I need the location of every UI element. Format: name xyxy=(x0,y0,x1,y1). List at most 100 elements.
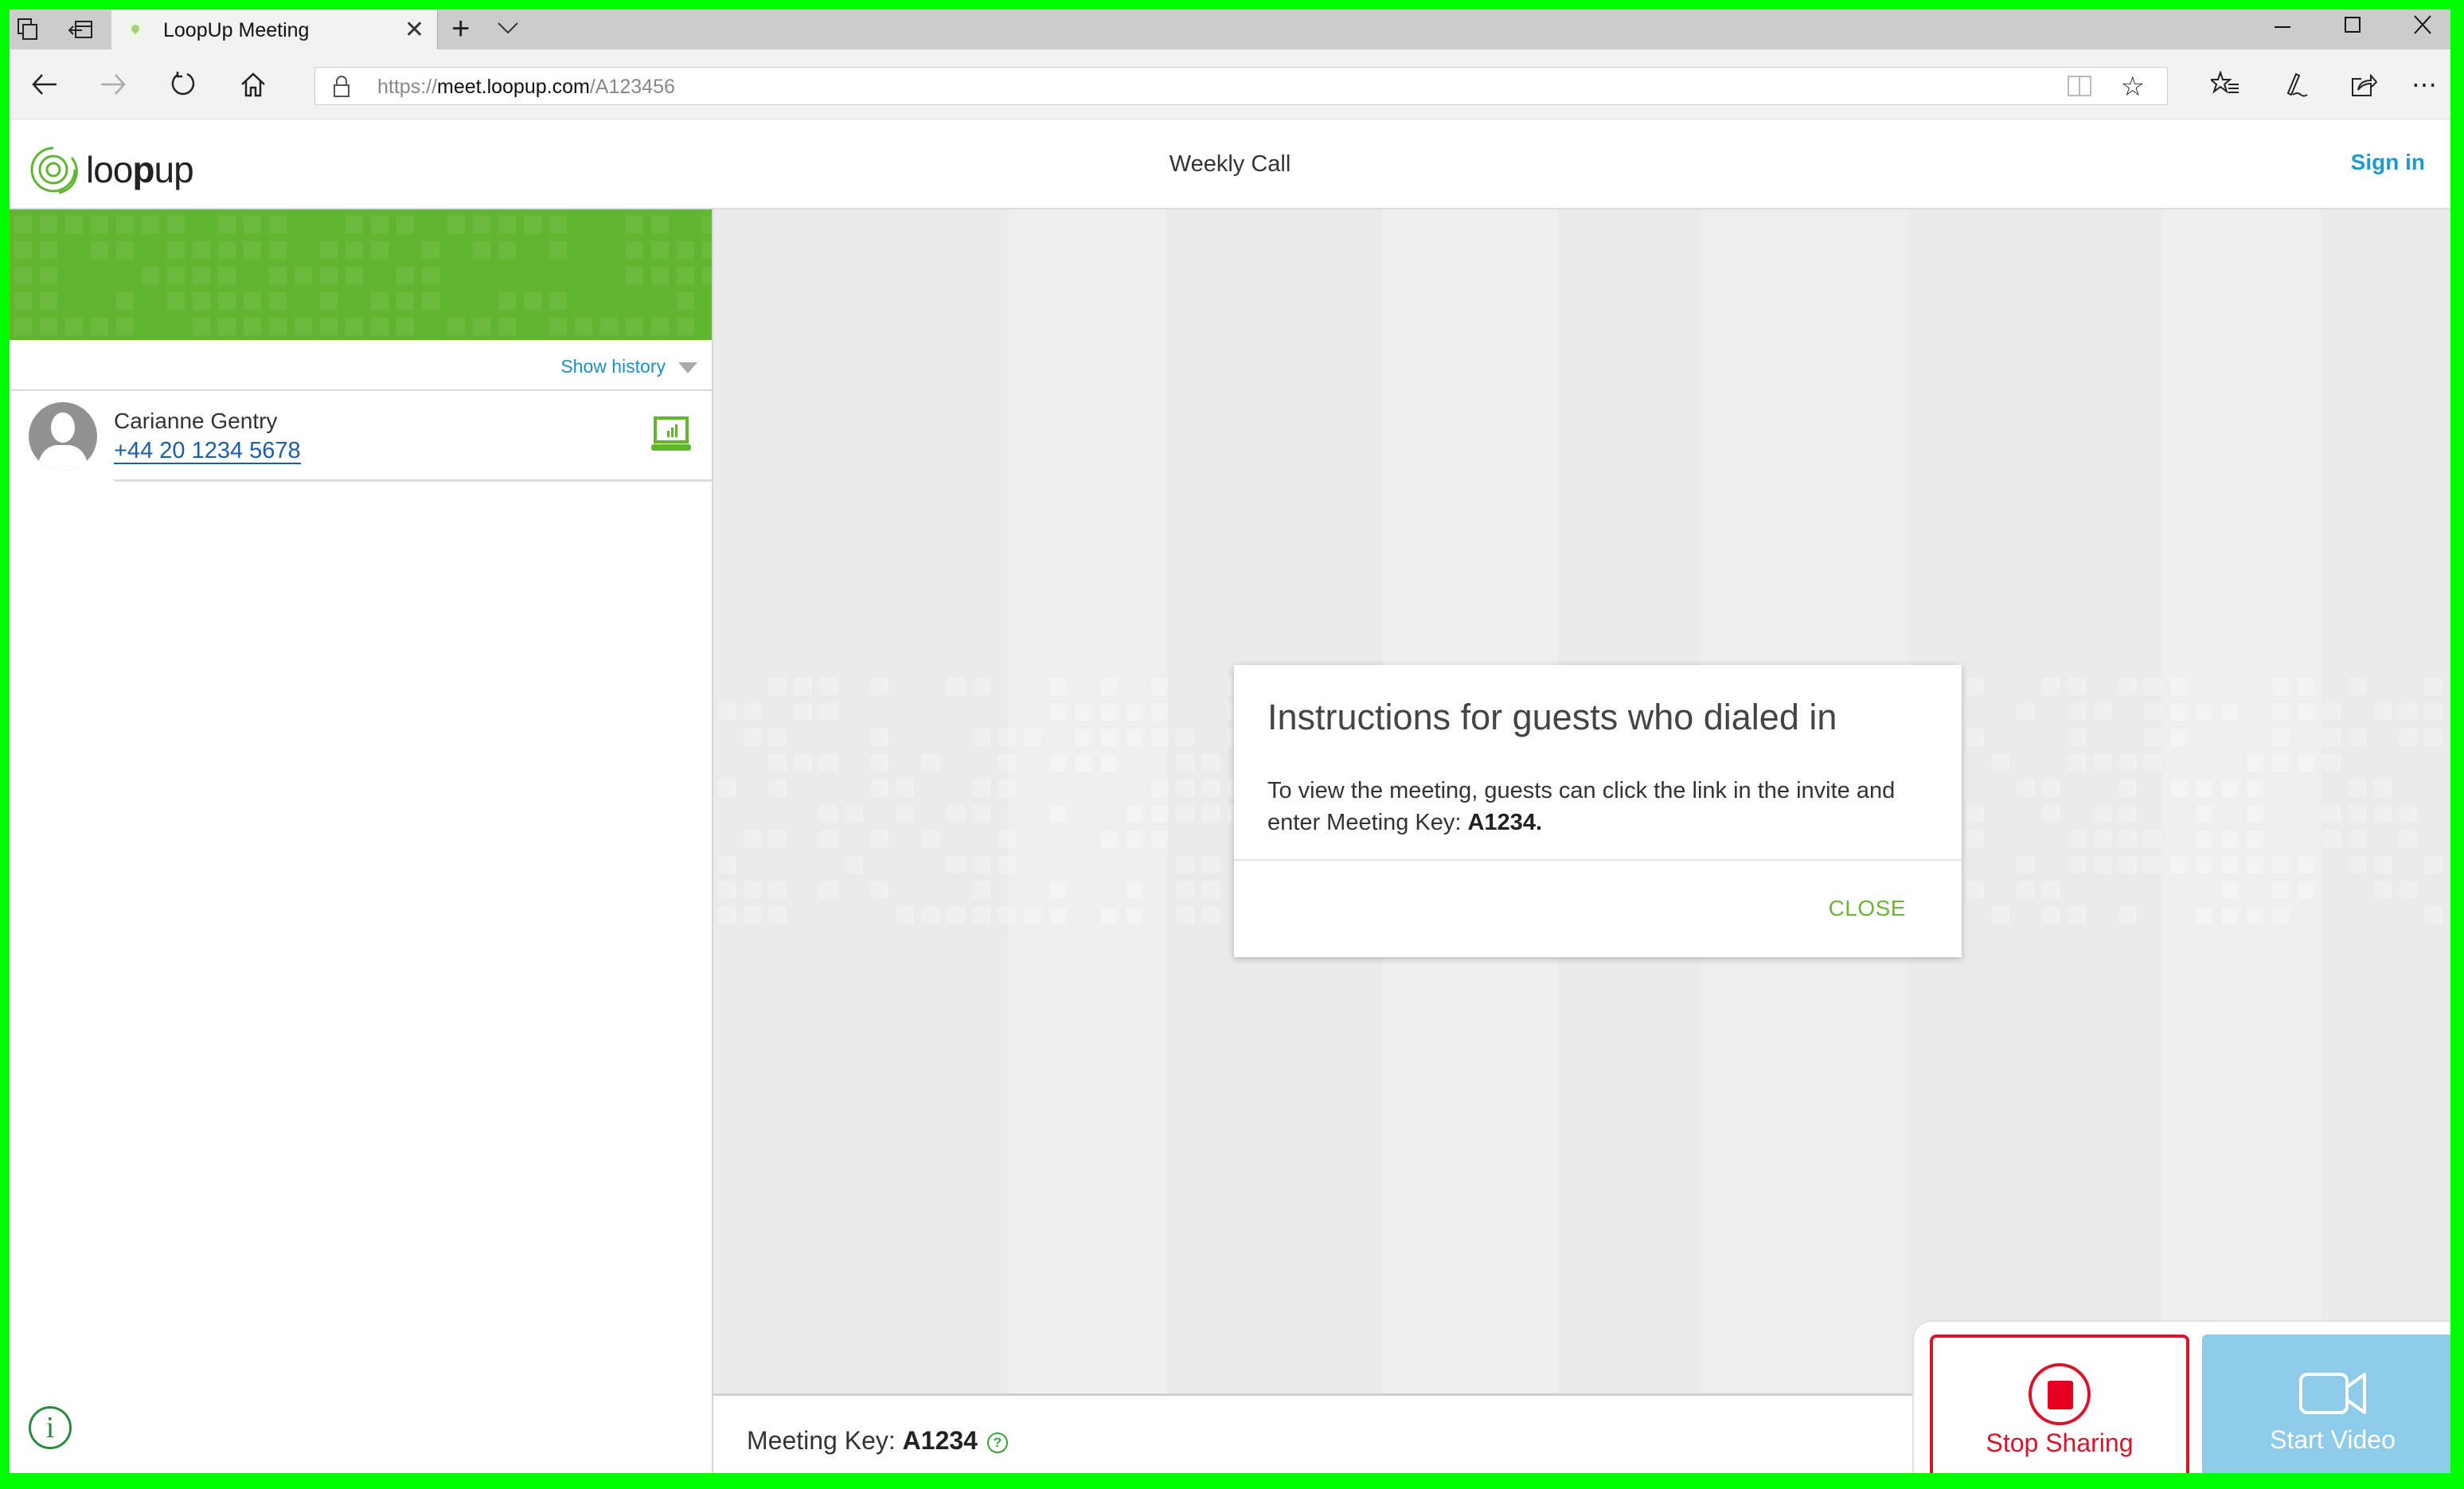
pattern-square xyxy=(1151,729,1169,746)
minimize-icon[interactable] xyxy=(2247,13,2318,43)
pattern-square xyxy=(65,318,83,335)
pattern-square xyxy=(2425,729,2443,746)
pen-icon[interactable] xyxy=(2275,67,2315,102)
pattern-square xyxy=(2247,780,2264,797)
plus-icon[interactable]: + xyxy=(451,11,470,47)
pattern-square xyxy=(2094,856,2111,873)
pattern-square xyxy=(2272,907,2290,924)
pattern-square xyxy=(1966,678,1984,695)
pattern-square xyxy=(116,216,134,233)
pattern-square xyxy=(896,780,914,797)
window-close-icon[interactable] xyxy=(2387,13,2450,43)
arrow-right-icon[interactable] xyxy=(96,67,131,102)
show-history-link[interactable]: Show history xyxy=(560,356,666,377)
star-icon[interactable]: ☆ xyxy=(2121,71,2145,103)
pattern-square xyxy=(1100,907,1118,924)
tab-loopup-meeting[interactable]: LoopUp Meeting ✕ xyxy=(111,10,438,49)
pattern-square xyxy=(2272,881,2290,899)
pattern-square xyxy=(2119,780,2137,797)
pattern-square xyxy=(2425,678,2443,695)
pattern-square xyxy=(600,318,618,335)
pattern-square xyxy=(718,907,736,924)
sign-in-link[interactable]: Sign in xyxy=(2351,150,2425,175)
pattern-square xyxy=(973,678,990,695)
address-bar[interactable]: https://meet.loopup.com/A123456 ☆ xyxy=(314,67,2168,105)
pattern-square xyxy=(1075,703,1092,721)
pattern-square xyxy=(2349,678,2366,695)
arrow-left-icon[interactable] xyxy=(27,67,62,102)
pattern-square xyxy=(702,267,712,284)
pattern-square xyxy=(1202,907,1220,924)
pattern-square xyxy=(1049,881,1067,899)
url-path: /A123456 xyxy=(589,76,675,98)
chevron-down-icon[interactable] xyxy=(497,18,519,40)
set-tabs-aside-icon[interactable] xyxy=(67,16,94,43)
pattern-square xyxy=(702,241,712,259)
pattern-square xyxy=(1100,678,1118,695)
pattern-square xyxy=(1992,907,2009,924)
ellipsis-icon[interactable]: ⋯ xyxy=(2404,67,2444,102)
pattern-square xyxy=(677,241,694,259)
meeting-controls: Stop Sharing Start Video xyxy=(1912,1320,2450,1473)
pattern-square xyxy=(40,241,57,259)
pattern-square xyxy=(2298,703,2315,721)
pattern-square xyxy=(1100,703,1118,721)
pattern-square xyxy=(1126,805,1143,823)
participant-item[interactable]: Carianne Gentry +44 20 1234 5678 xyxy=(10,391,712,482)
pattern-square xyxy=(973,805,990,823)
dialog-divider xyxy=(1234,859,1962,861)
url-text[interactable]: https://meet.loopup.com/A123456 xyxy=(377,76,675,99)
pattern-square xyxy=(549,318,567,335)
pattern-square xyxy=(473,241,490,259)
pattern-square xyxy=(1126,729,1143,746)
pattern-square xyxy=(244,292,261,310)
refresh-icon[interactable] xyxy=(166,67,201,102)
pattern-square xyxy=(677,292,694,310)
pattern-square xyxy=(14,241,32,259)
pattern-square xyxy=(2170,780,2188,797)
pattern-square xyxy=(744,703,761,721)
history-row: Show history xyxy=(10,340,712,391)
pattern-square xyxy=(346,318,363,335)
maximize-icon[interactable] xyxy=(2317,13,2388,43)
pattern-square xyxy=(2119,907,2137,924)
dialog-body-text: To view the meeting, guests can click th… xyxy=(1267,778,1896,835)
pattern-square xyxy=(769,881,787,899)
pattern-square xyxy=(142,267,159,284)
pattern-square xyxy=(371,241,389,259)
pattern-square xyxy=(1126,881,1143,899)
pattern-square xyxy=(193,241,210,259)
pattern-square xyxy=(973,780,990,797)
pattern-square xyxy=(626,241,643,259)
tab-bar: LoopUp Meeting ✕ + xyxy=(10,10,2450,49)
book-icon[interactable] xyxy=(2067,74,2092,102)
pattern-square xyxy=(2017,703,2035,721)
pattern-square xyxy=(845,856,863,873)
pattern-square xyxy=(2400,729,2417,746)
stop-sharing-button[interactable]: Stop Sharing xyxy=(1930,1335,2189,1473)
start-video-button[interactable]: Start Video xyxy=(2202,1335,2450,1473)
pattern-square xyxy=(2221,856,2239,873)
pattern-square xyxy=(651,241,669,259)
navigation-bar: https://meet.loopup.com/A123456 ☆ ⋯ xyxy=(10,49,2450,119)
participant-phone[interactable]: +44 20 1234 5678 xyxy=(114,439,301,465)
pattern-square xyxy=(346,216,363,233)
favorites-icon[interactable] xyxy=(2205,67,2245,102)
dialog-close-button[interactable]: CLOSE xyxy=(1829,896,1906,921)
home-icon[interactable] xyxy=(236,67,271,102)
pattern-square xyxy=(396,216,414,233)
pattern-square xyxy=(14,318,32,335)
pattern-square xyxy=(922,830,939,848)
stop-icon xyxy=(2029,1363,2091,1425)
pattern-square xyxy=(2323,830,2341,848)
pattern-square xyxy=(1966,830,1984,848)
info-icon[interactable]: i xyxy=(29,1406,72,1449)
pattern-square xyxy=(269,292,287,310)
share-icon[interactable] xyxy=(2344,67,2384,102)
pattern-square xyxy=(2349,805,2366,823)
help-icon[interactable]: ? xyxy=(986,1432,1008,1453)
tabs-aside-icon[interactable] xyxy=(14,16,41,43)
caret-down-icon[interactable] xyxy=(678,362,697,373)
tab-close-icon[interactable]: ✕ xyxy=(404,16,424,44)
pattern-square xyxy=(1966,881,1984,899)
